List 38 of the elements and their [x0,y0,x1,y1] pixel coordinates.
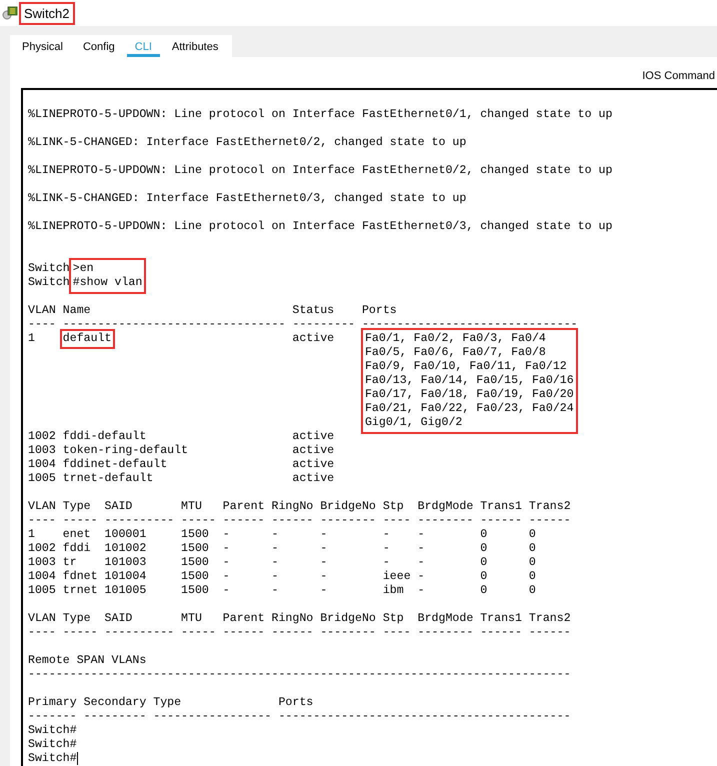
terminal-text: ------- --------- ----------------- ------------------------------------------ [28,710,571,724]
panel-heading: IOS Command [642,70,715,82]
terminal-text: Switch# [28,724,77,738]
terminal-text: VLAN Type SAID MTU Parent RingNo BridgeNo Stp BrdgMode Trans1 Trans2 [28,500,571,514]
terminal-text: 1002 fddi-default active [28,430,334,444]
terminal-text: ---- ----- ---------- ----- ------ ------ -------- ---- -------- ------ ------ [28,626,571,640]
tab[interactable]: Attributes [164,35,226,57]
terminal-text: Switch# [28,738,77,752]
terminal-text: 1002 fddi 101002 1500 - - - - - 0 0 [28,542,536,556]
terminal-text: 1003 tr 101003 1500 - - - - - 0 0 [28,556,536,570]
terminal-text: ------------------------------------------------------------------------------ [28,668,571,682]
terminal-text: %LINEPROTO-5-UPDOWN: Line protocol on Interface FastEthernet0/1, changed state to up [28,108,612,122]
terminal-text: %LINEPROTO-5-UPDOWN: Line protocol on Interface FastEthernet0/2, changed state to up [28,164,612,178]
terminal-text: 1 enet 100001 1500 - - - - - 0 0 [28,528,536,542]
terminal-text: 1003 token-ring-default active [28,444,334,458]
terminal-text: Switch Switch [28,262,70,290]
terminal-text: 1005 trnet-default active [28,472,334,486]
terminal-text: %LINK-5-CHANGED: Interface FastEthernet0/3, changed state to up [28,192,466,206]
terminal-text: %LINK-5-CHANGED: Interface FastEthernet0/2, changed state to up [28,136,466,150]
terminal-text: ---- ----- ---------- ----- ------ ------ -------- ---- -------- ------ ------ [28,514,571,528]
terminal-text: default [62,332,112,346]
terminal-text: Primary Secondary Type Ports [28,696,314,710]
terminal-text: VLAN Name Status Ports [28,304,397,318]
terminal-text: ---- -------------------------------- --------- ------------------------------- [28,318,578,332]
terminal-text: 1 [28,332,36,346]
switch-icon [2,5,18,21]
terminal-text: 1004 fddinet-default active [28,458,334,472]
terminal-text: %LINEPROTO-5-UPDOWN: Line protocol on Interface FastEthernet0/3, changed state to up [28,220,612,234]
terminal-text: VLAN Type SAID MTU Parent RingNo BridgeNo Stp BrdgMode Trans1 Trans2 [28,612,571,626]
window-title: Switch2 [19,2,75,24]
terminal-text: Remote SPAN VLANs [28,654,146,668]
terminal-text: active [291,332,336,346]
terminal-console[interactable] [21,88,717,766]
tab[interactable]: Physical [14,35,71,57]
terminal-text: 1004 fdnet 101004 1500 - - - ieee - 0 0 [28,570,536,584]
terminal-text: Switch# [28,752,77,766]
tab[interactable]: Config [74,35,123,57]
terminal-text: 1005 trnet 101005 1500 - - - ibm - 0 0 [28,584,536,598]
